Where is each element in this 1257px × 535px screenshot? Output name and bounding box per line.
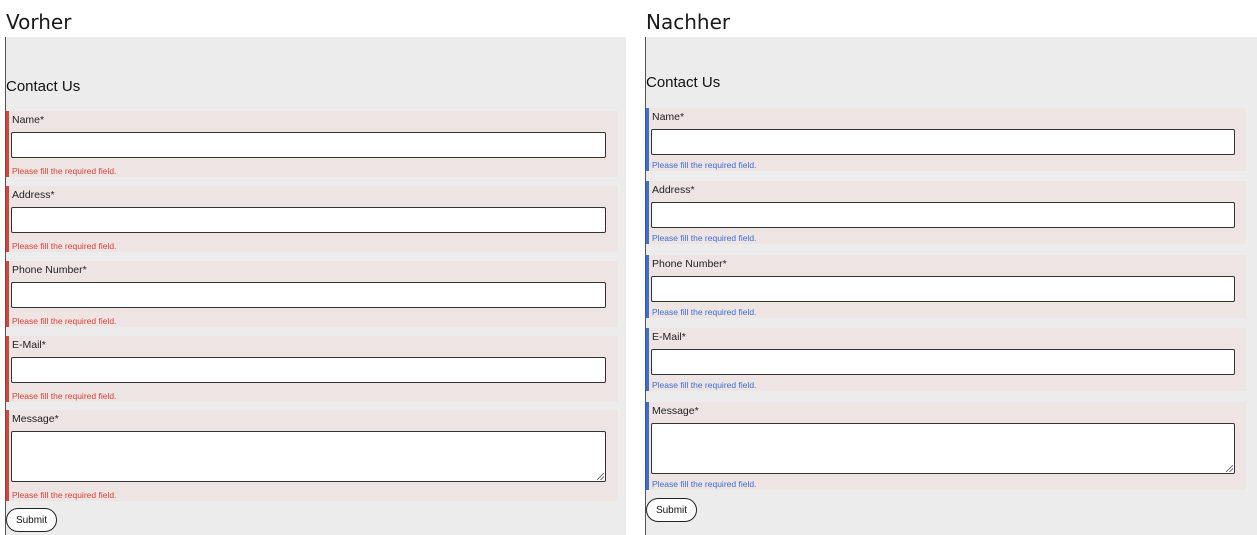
field-error-message: Please fill the required field. (12, 241, 117, 251)
message-textarea[interactable] (11, 431, 606, 482)
field-email: E-Mail* Please fill the required field. (646, 328, 1246, 391)
field-error-message: Please fill the required field. (652, 160, 757, 170)
field-phone-number: Phone Number* Please fill the required f… (646, 255, 1246, 318)
submit-button[interactable]: Submit (646, 498, 697, 522)
field-phone-number: Phone Number* Please fill the required f… (6, 261, 618, 327)
field-error-message: Please fill the required field. (652, 233, 757, 243)
field-message: Message* Please fill the required field. (6, 410, 618, 501)
field-error-message: Please fill the required field. (652, 307, 757, 317)
field-error-message: Please fill the required field. (652, 479, 757, 489)
field-error-message: Please fill the required field. (12, 316, 117, 326)
field-name: Name* Please fill the required field. (646, 108, 1246, 171)
field-email: E-Mail* Please fill the required field. (6, 336, 618, 402)
caption-after: Nachher (646, 10, 731, 34)
submit-button[interactable]: Submit (6, 508, 57, 532)
resize-grip-icon[interactable] (1226, 465, 1233, 472)
resize-grip-icon[interactable] (597, 473, 604, 480)
form-title: Contact Us (6, 78, 81, 95)
field-error-message: Please fill the required field. (12, 490, 117, 500)
address-input[interactable] (651, 202, 1235, 228)
field-label: Message* (12, 413, 59, 425)
field-message: Message* Please fill the required field. (646, 402, 1246, 490)
field-label: Name* (652, 111, 685, 123)
field-label: Address* (652, 184, 695, 196)
contact-form-before: Contact Us Name* Please fill the require… (5, 37, 626, 535)
address-input[interactable] (11, 207, 606, 233)
field-error-message: Please fill the required field. (652, 380, 757, 390)
field-label: E-Mail* (652, 331, 686, 343)
field-error-message: Please fill the required field. (12, 391, 117, 401)
contact-form-after: Contact Us Name* Please fill the require… (645, 37, 1257, 535)
field-address: Address* Please fill the required field. (646, 181, 1246, 244)
field-label: Phone Number* (12, 264, 87, 276)
field-label: Address* (12, 189, 55, 201)
name-input[interactable] (11, 132, 606, 158)
name-input[interactable] (651, 129, 1235, 155)
field-label: Name* (12, 114, 45, 126)
message-textarea[interactable] (651, 423, 1235, 474)
phone-number-input[interactable] (651, 276, 1235, 302)
caption-before: Vorher (6, 10, 72, 34)
form-title: Contact Us (646, 74, 721, 91)
field-error-message: Please fill the required field. (12, 166, 117, 176)
field-label: Phone Number* (652, 258, 727, 270)
field-label: E-Mail* (12, 339, 46, 351)
email-input[interactable] (651, 349, 1235, 375)
email-input[interactable] (11, 357, 606, 383)
phone-number-input[interactable] (11, 282, 606, 308)
field-label: Message* (652, 405, 699, 417)
field-address: Address* Please fill the required field. (6, 186, 618, 252)
field-name: Name* Please fill the required field. (6, 111, 618, 177)
